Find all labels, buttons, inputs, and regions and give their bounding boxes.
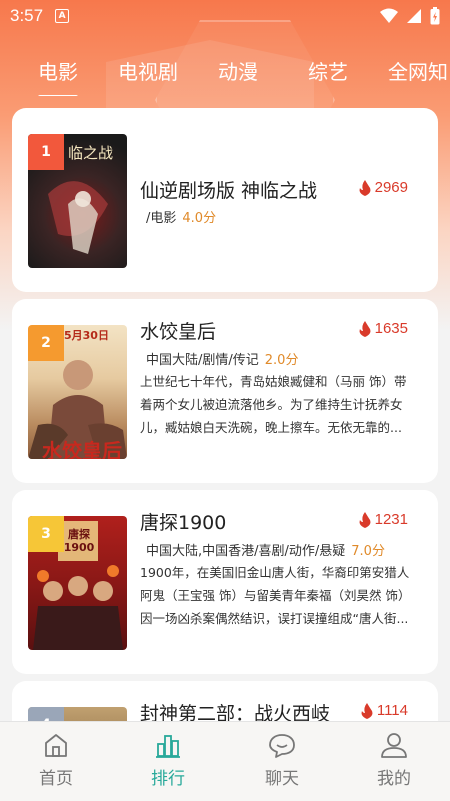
tab-all[interactable]: 全网知 [388, 56, 448, 85]
movie-description: 1900年，在美国旧金山唐人街，华裔印第安猎人阿鬼（王宝强 饰）与留美青年秦福（… [140, 565, 410, 626]
nav-profile-label: 我的 [377, 769, 411, 789]
movie-score: 2.0分 [264, 353, 299, 368]
signal-icon [407, 9, 421, 23]
movie-meta: /电影 4.0分 [146, 207, 216, 226]
heat-count: 1635 [358, 320, 408, 337]
heat-value: 2969 [374, 179, 408, 196]
movie-score: 7.0分 [351, 544, 385, 559]
fire-icon [359, 320, 371, 337]
heat-value: 1114 [376, 702, 408, 719]
poster-text: 临之战 [68, 144, 114, 162]
rank-badge: 3 [28, 516, 64, 552]
heat-value: 1231 [374, 511, 408, 528]
battery-icon [430, 7, 440, 25]
nav-chat-label: 聊天 [265, 769, 299, 789]
movie-genre: /电影 [146, 211, 177, 226]
tab-movies[interactable]: 电影 [38, 56, 78, 96]
tab-variety[interactable]: 综艺 [308, 56, 348, 85]
status-bar: 3:57 A [0, 0, 450, 32]
ranking-icon [156, 735, 180, 758]
movie-poster: 唐探1900 3 [28, 516, 127, 650]
nav-ranking-label: 排行 [151, 769, 185, 789]
movie-title: 水饺皇后 [140, 321, 217, 343]
rank-badge: 2 [28, 325, 64, 361]
nav-profile[interactable]: 我的 [364, 730, 424, 789]
nav-home[interactable]: 首页 [26, 730, 86, 789]
nav-home-label: 首页 [39, 769, 73, 789]
nav-ranking[interactable]: 排行 [138, 730, 198, 789]
status-time: 3:57 [10, 6, 44, 25]
movie-poster: 临之战 1 [28, 134, 127, 268]
fire-icon [361, 702, 373, 719]
movie-card[interactable]: 5月30日 水饺皇后 2 水饺皇后 1635 中国大陆/剧情/传记 2.0分 上世… [12, 299, 438, 483]
heat-value: 1635 [374, 320, 408, 337]
heat-count: 1114 [360, 702, 408, 719]
movie-score: 4.0分 [182, 211, 217, 226]
category-tabs: 电影 电视剧 动漫 综艺 全网知 [0, 50, 450, 96]
tab-tv[interactable]: 电视剧 [118, 56, 178, 85]
notification-icon: A [55, 9, 70, 23]
movie-genre: 中国大陆,中国香港/喜剧/动作/悬疑 [146, 544, 346, 559]
movie-description: 上世纪七十年代，青岛姑娘臧健和（马丽 饰）带着两个女儿被迫流落他乡。为了维持生计… [140, 374, 407, 435]
movie-title: 唐探1900 [140, 512, 227, 534]
poster-text: 唐探1900 [63, 528, 95, 554]
bottom-navigation: 首页 排行 聊天 我的 [0, 721, 450, 801]
nav-chat[interactable]: 聊天 [252, 730, 312, 789]
profile-icon [381, 733, 407, 758]
tab-anime[interactable]: 动漫 [218, 56, 258, 85]
movie-genre: 中国大陆/剧情/传记 [146, 353, 259, 368]
home-icon [45, 734, 67, 757]
movie-card[interactable]: 临之战 1 仙逆剧场版 神临之战 2969 /电影 4.0分 [12, 108, 438, 292]
poster-text: 5月30日 [64, 329, 109, 342]
wifi-icon [380, 8, 398, 23]
heat-count: 1231 [358, 511, 408, 528]
movie-meta: 中国大陆/剧情/传记 2.0分 [146, 349, 298, 368]
movie-meta: 中国大陆,中国香港/喜剧/动作/悬疑 7.0分 [146, 540, 385, 559]
poster-title: 水饺皇后 [42, 439, 122, 459]
heat-count: 2969 [358, 179, 408, 196]
movie-card[interactable]: 唐探1900 3 唐探1900 1231 中国大陆,中国香港/喜剧/动作/悬疑 7… [12, 490, 438, 674]
movie-poster: 5月30日 水饺皇后 2 [28, 325, 127, 459]
chat-icon [269, 734, 295, 758]
fire-icon [359, 179, 371, 196]
movie-title: 仙逆剧场版 神临之战 [140, 180, 318, 202]
rank-badge: 1 [28, 134, 64, 170]
fire-icon [359, 511, 371, 528]
